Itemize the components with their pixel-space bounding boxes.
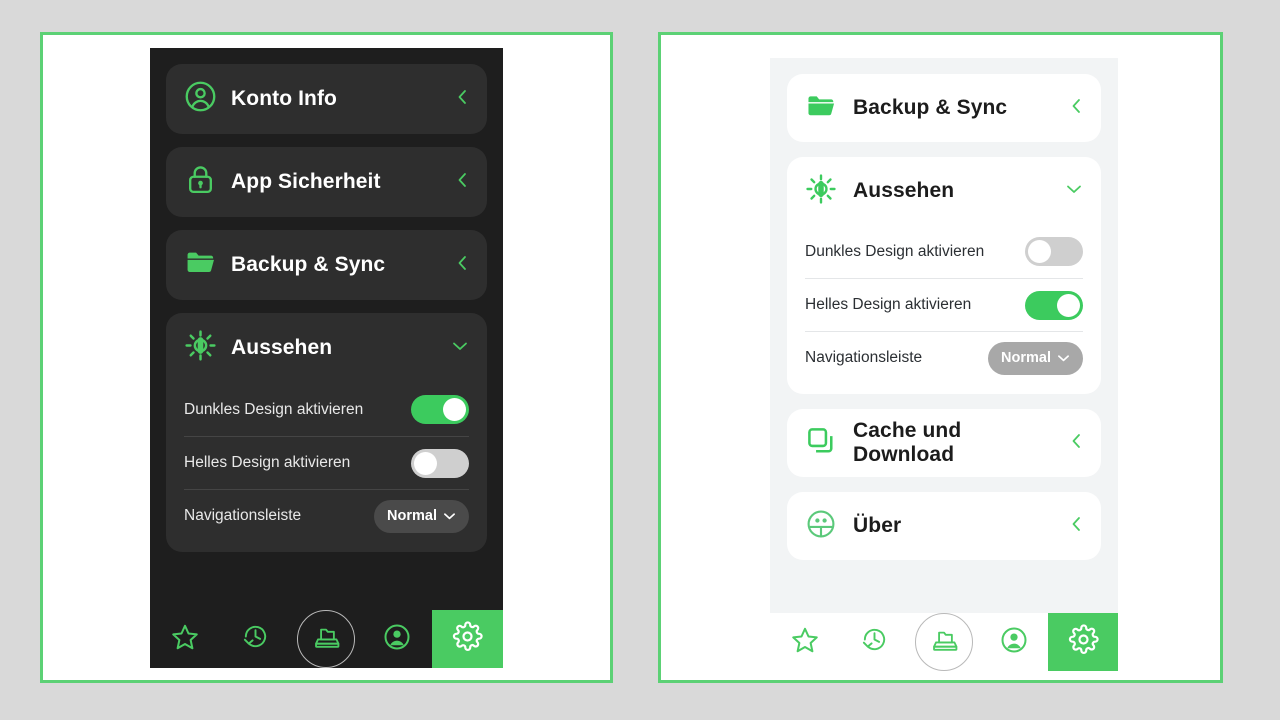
toggle-knob <box>414 451 437 475</box>
chevron-left-icon[interactable] <box>455 254 469 277</box>
settings-row-backup-sync[interactable]: Backup & Sync <box>166 230 487 300</box>
settings-section-aussehen: Aussehen Dunkles Design aktivieren Helle… <box>787 157 1101 394</box>
nav-item-archive[interactable] <box>291 610 362 668</box>
light-settings-screen: Backup & Sync Aussehen Dunkles Design ak… <box>770 58 1118 613</box>
gear-icon <box>452 621 483 657</box>
dark-theme-phone-panel: Konto Info App Sicherheit Backup & Sync … <box>150 48 503 668</box>
section-header-aussehen[interactable]: Aussehen <box>787 157 1101 225</box>
row-label: Konto Info <box>231 87 337 110</box>
dark-settings-screen: Konto Info App Sicherheit Backup & Sync … <box>150 48 503 610</box>
settings-row-cache-download[interactable]: Cache und Download <box>787 409 1101 477</box>
dark-bottom-nav <box>150 610 503 668</box>
history-icon <box>241 622 270 656</box>
chevron-left-icon[interactable] <box>1069 97 1083 120</box>
nav-item-settings[interactable] <box>432 610 503 668</box>
setting-label: Dunkles Design aktivieren <box>184 400 364 418</box>
screenshot-stage: Konto Info App Sicherheit Backup & Sync … <box>0 0 1280 720</box>
nav-item-account[interactable] <box>979 613 1049 671</box>
chevron-down-icon <box>1058 355 1069 362</box>
chevron-down-icon[interactable] <box>451 339 469 358</box>
folder-icon <box>805 90 837 127</box>
nav-item-archive[interactable] <box>909 613 979 671</box>
setting-dunkles-design: Dunkles Design aktivieren <box>805 225 1083 278</box>
select-value: Normal <box>1001 350 1051 366</box>
toggle-knob <box>1028 240 1051 263</box>
setting-label: Navigationsleiste <box>184 507 302 524</box>
account-circle-icon <box>184 80 217 118</box>
star-icon <box>170 622 200 657</box>
toggle-helles-design[interactable] <box>1025 290 1083 320</box>
chevron-down-icon[interactable] <box>1065 182 1083 201</box>
info-face-icon <box>805 508 837 545</box>
settings-row-konto-info[interactable]: Konto Info <box>166 64 487 134</box>
row-label: App Sicherheit <box>231 170 381 193</box>
light-theme-phone-panel: Backup & Sync Aussehen Dunkles Design ak… <box>770 58 1118 671</box>
setting-helles-design: Helles Design aktivieren <box>184 436 469 489</box>
setting-label: Helles Design aktivieren <box>184 454 351 471</box>
nav-item-favorites[interactable] <box>150 610 221 668</box>
row-head: Konto Info <box>166 64 487 134</box>
row-head: Backup & Sync <box>166 230 487 300</box>
person-icon <box>999 625 1029 660</box>
layers-icon <box>805 425 837 462</box>
toggle-helles-design[interactable] <box>411 448 469 478</box>
select-navigationsleiste[interactable]: Normal <box>988 341 1083 375</box>
row-head: Über <box>787 492 1101 560</box>
row-head: App Sicherheit <box>166 147 487 217</box>
select-value: Normal <box>387 508 437 524</box>
settings-row-ueber[interactable]: Über <box>787 492 1101 560</box>
chevron-down-icon <box>444 513 455 520</box>
setting-dunkles-design: Dunkles Design aktivieren <box>184 383 469 436</box>
history-icon <box>860 625 889 659</box>
section-label: Aussehen <box>853 179 955 202</box>
select-navigationsleiste[interactable]: Normal <box>374 499 469 533</box>
row-head: Cache und Download <box>787 409 1101 477</box>
row-label: Über <box>853 514 902 537</box>
toggle-dunkles-design[interactable] <box>411 395 469 424</box>
nav-item-account[interactable] <box>362 610 433 668</box>
settings-row-backup-sync[interactable]: Backup & Sync <box>787 74 1101 142</box>
section-header-aussehen[interactable]: Aussehen <box>166 313 487 383</box>
setting-navigationsleiste: Navigationsleiste Normal <box>184 489 469 542</box>
gear-icon <box>1068 624 1099 660</box>
setting-label: Helles Design aktivieren <box>805 296 972 313</box>
setting-navigationsleiste: Navigationsleiste Normal <box>805 331 1083 384</box>
nav-item-history[interactable] <box>840 613 910 671</box>
toggle-knob <box>1057 293 1080 317</box>
row-head: Backup & Sync <box>787 74 1101 142</box>
setting-label: Navigationsleiste <box>805 349 923 366</box>
nav-item-favorites[interactable] <box>770 613 840 671</box>
section-rows: Dunkles Design aktivieren Helles Design … <box>787 225 1101 384</box>
toggle-dunkles-design[interactable] <box>1025 237 1083 266</box>
chevron-left-icon[interactable] <box>455 171 469 194</box>
settings-row-app-sicherheit[interactable]: App Sicherheit <box>166 147 487 217</box>
archive-box-icon <box>310 621 342 658</box>
section-rows: Dunkles Design aktivieren Helles Design … <box>166 383 487 542</box>
row-label: Backup & Sync <box>231 253 386 276</box>
chevron-left-icon[interactable] <box>1069 515 1083 538</box>
brightness-icon <box>184 329 217 367</box>
setting-helles-design: Helles Design aktivieren <box>805 278 1083 331</box>
star-icon <box>790 625 820 660</box>
light-bottom-nav <box>770 613 1118 671</box>
chevron-left-icon[interactable] <box>1069 432 1083 455</box>
folder-icon <box>184 246 217 284</box>
archive-box-icon <box>928 624 960 661</box>
nav-item-history[interactable] <box>221 610 292 668</box>
section-label: Aussehen <box>231 336 333 359</box>
setting-label: Dunkles Design aktivieren <box>805 242 985 260</box>
settings-section-aussehen: Aussehen Dunkles Design aktivieren Helle… <box>166 313 487 552</box>
brightness-icon <box>805 173 837 210</box>
row-label: Backup & Sync <box>853 96 1008 119</box>
chevron-left-icon[interactable] <box>455 88 469 111</box>
row-label: Cache und Download <box>853 419 962 466</box>
person-icon <box>382 622 412 657</box>
toggle-knob <box>443 398 466 421</box>
nav-item-settings[interactable] <box>1048 613 1118 671</box>
lock-icon <box>184 163 217 201</box>
